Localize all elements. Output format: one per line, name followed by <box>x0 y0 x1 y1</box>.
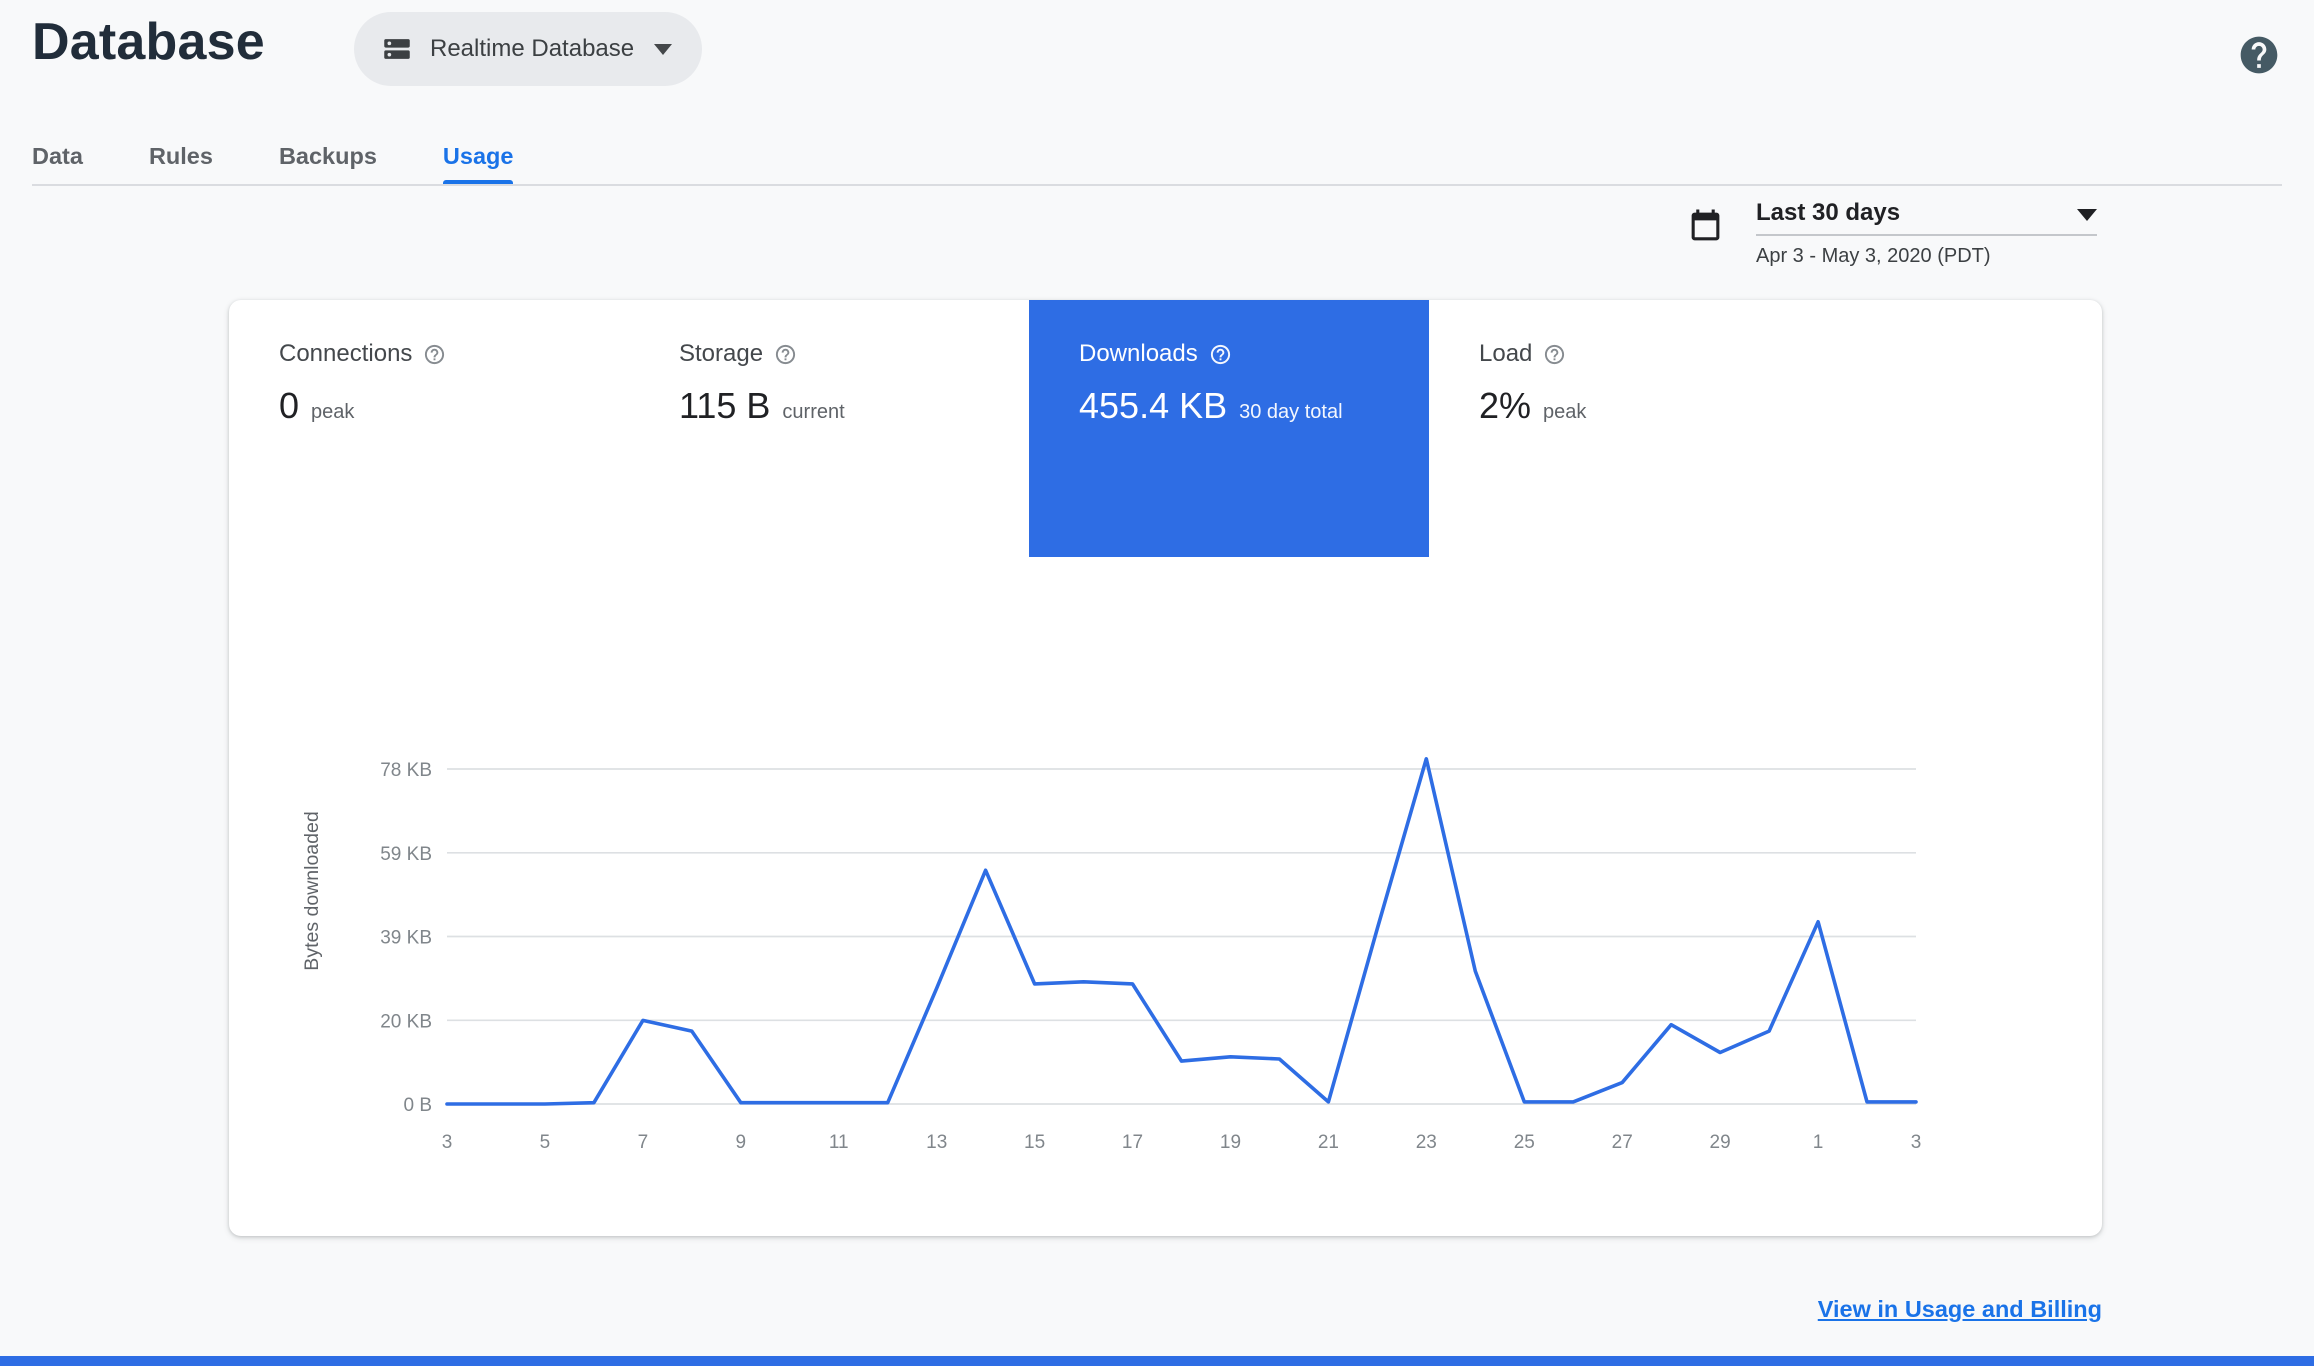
metric-load[interactable]: Load 2% peak <box>1429 300 1829 557</box>
metric-unit: current <box>782 401 845 423</box>
svg-text:39 KB: 39 KB <box>380 928 432 949</box>
svg-text:21: 21 <box>1318 1132 1339 1153</box>
metric-connections[interactable]: Connections 0 peak <box>229 300 629 557</box>
svg-text:20 KB: 20 KB <box>380 1011 432 1032</box>
metric-label-row: Load <box>1479 340 1829 368</box>
metric-label-row: Connections <box>279 340 629 368</box>
database-selector-label: Realtime Database <box>430 35 635 62</box>
metric-value: 2% <box>1479 385 1532 426</box>
metric-label: Connections <box>279 340 413 367</box>
help-icon <box>2240 36 2278 74</box>
database-icon <box>384 39 410 59</box>
metric-unit: peak <box>311 401 355 423</box>
tab-rules[interactable]: Rules <box>149 128 213 184</box>
svg-text:59 KB: 59 KB <box>380 844 432 865</box>
tab-backups[interactable]: Backups <box>279 128 377 184</box>
metric-unit: 30 day total <box>1239 401 1343 423</box>
svg-text:9: 9 <box>736 1132 747 1153</box>
tab-data[interactable]: Data <box>32 128 83 184</box>
svg-text:29: 29 <box>1710 1132 1731 1153</box>
metric-label: Downloads <box>1079 340 1198 367</box>
metric-label-row: Downloads <box>1079 340 1429 368</box>
tab-usage[interactable]: Usage <box>442 128 513 184</box>
metric-storage[interactable]: Storage 115 B current <box>629 300 1029 557</box>
svg-text:13: 13 <box>926 1132 947 1153</box>
date-range-detail: Apr 3 - May 3, 2020 (PDT) <box>1756 245 1991 267</box>
svg-text:0 B: 0 B <box>403 1095 432 1116</box>
tabs-divider <box>32 184 2282 186</box>
view-usage-billing-link[interactable]: View in Usage and Billing <box>1818 1296 2102 1323</box>
svg-text:3: 3 <box>1911 1132 1922 1153</box>
metric-downloads[interactable]: Downloads 455.4 KB 30 day total <box>1029 300 1429 557</box>
metric-value-row: 0 peak <box>279 385 629 427</box>
help-outline-icon <box>425 344 445 364</box>
svg-text:17: 17 <box>1122 1132 1143 1153</box>
metric-unit: peak <box>1543 401 1587 423</box>
svg-text:25: 25 <box>1514 1132 1535 1153</box>
metric-value: 0 <box>279 385 300 426</box>
metric-label-row: Storage <box>679 340 1029 368</box>
chevron-down-icon <box>654 43 673 55</box>
svg-text:19: 19 <box>1220 1132 1241 1153</box>
footer-bar <box>0 1356 2314 1366</box>
svg-text:15: 15 <box>1024 1132 1045 1153</box>
svg-text:7: 7 <box>638 1132 649 1153</box>
svg-text:5: 5 <box>540 1132 551 1153</box>
svg-text:78 KB: 78 KB <box>380 760 432 781</box>
help-outline-icon <box>1210 344 1230 364</box>
metric-value: 455.4 KB <box>1079 385 1228 426</box>
metric-label: Load <box>1479 340 1533 367</box>
usage-line-chart: 0 B20 KB39 KB59 KB78 KB3 5 7 9 11 13 15 17 19 21 2… <box>380 756 1922 1153</box>
svg-text:23: 23 <box>1416 1132 1437 1153</box>
metric-label: Storage <box>679 340 764 367</box>
date-range-underline <box>1756 234 2097 236</box>
svg-text:27: 27 <box>1612 1132 1633 1153</box>
svg-text:3: 3 <box>442 1132 453 1153</box>
help-button[interactable] <box>2237 33 2281 77</box>
calendar-icon <box>1691 209 1720 241</box>
database-selector[interactable]: Realtime Database <box>354 12 703 86</box>
date-range-row: Last 30 days <box>1756 199 2097 227</box>
svg-text:1: 1 <box>1813 1132 1824 1153</box>
date-range-body: Last 30 days Apr 3 - May 3, 2020 (PDT) <box>1756 199 2097 268</box>
page-title: Database <box>32 13 265 71</box>
svg-text:11: 11 <box>829 1132 849 1153</box>
metric-value-row: 2% peak <box>1479 385 1829 427</box>
help-outline-icon <box>775 344 796 364</box>
tab-bar: Data Rules Backups Usage <box>32 128 513 184</box>
metric-value-row: 455.4 KB 30 day total <box>1079 385 1429 427</box>
metric-value: 115 B <box>679 385 771 426</box>
date-range-preset: Last 30 days <box>1756 199 1901 226</box>
help-outline-icon <box>1545 344 1565 364</box>
metric-value-row: 115 B current <box>679 385 1029 427</box>
date-range-picker[interactable]: Last 30 days Apr 3 - May 3, 2020 (PDT) <box>1687 199 2097 268</box>
chevron-down-icon <box>2077 209 2097 221</box>
usage-card: Connections 0 peak Storage 115 B current… <box>229 300 2102 1236</box>
